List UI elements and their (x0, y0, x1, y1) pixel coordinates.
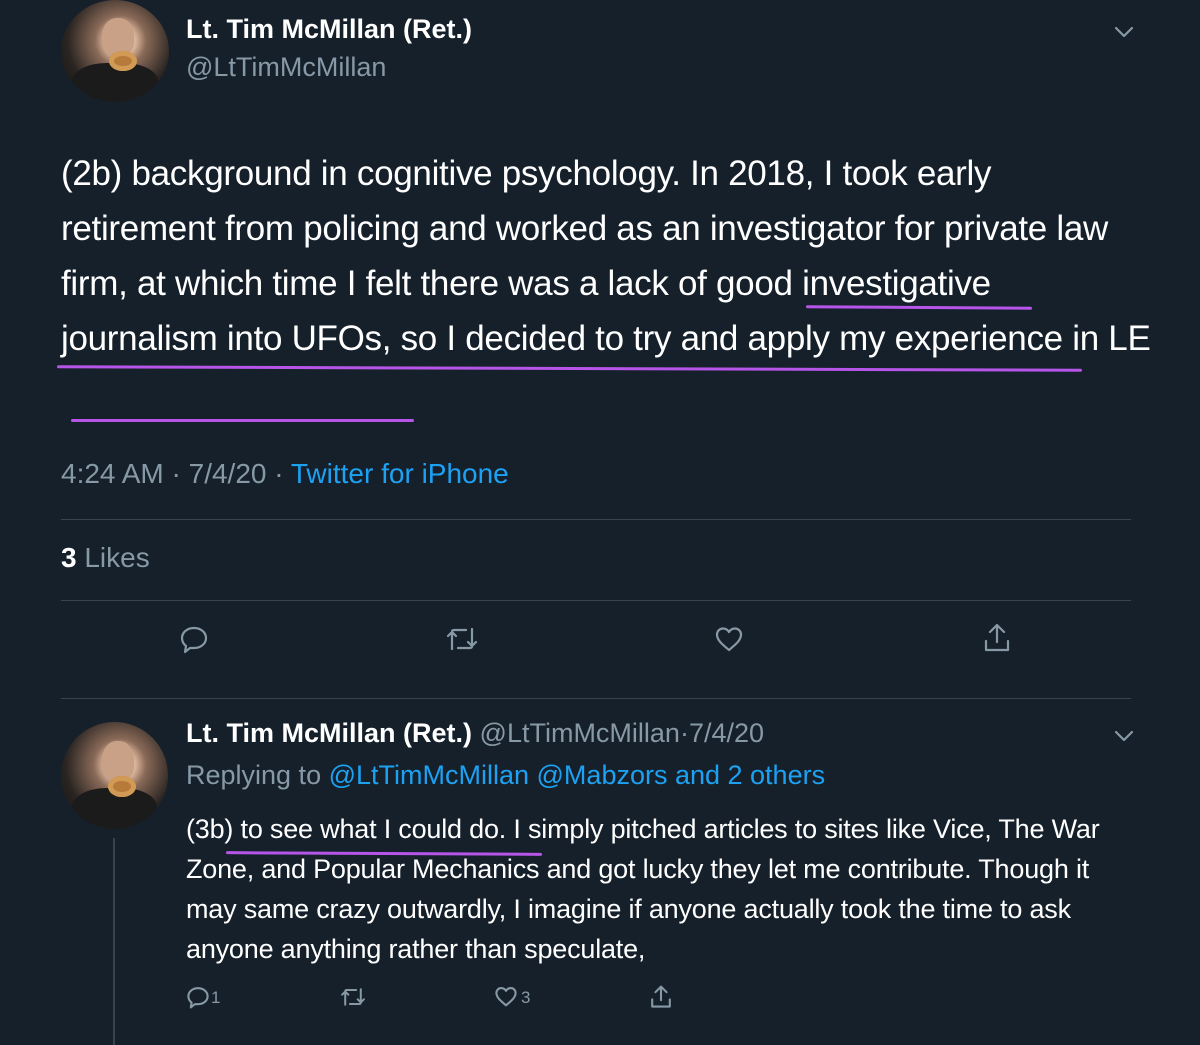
thread-line (113, 838, 115, 1045)
tweet-date[interactable]: 7/4/20 (189, 458, 267, 489)
author-handle[interactable]: @LtTimMcMillan (186, 52, 386, 83)
meta-separator: · (171, 458, 189, 489)
reply-date[interactable]: 7/4/20 (689, 718, 764, 748)
replying-to-users-link[interactable]: @LtTimMcMillan @Mabzors and 2 others (329, 760, 825, 790)
tweet-source-link[interactable]: Twitter for iPhone (291, 458, 509, 489)
replying-to: Replying to @LtTimMcMillan @Mabzors and … (186, 760, 825, 791)
author-avatar[interactable] (61, 0, 169, 102)
reply-icon[interactable] (179, 624, 209, 654)
author-name[interactable]: Lt. Tim McMillan (Ret.) (186, 14, 472, 45)
replying-to-label: Replying to (186, 760, 322, 790)
highlight-underline (71, 419, 414, 422)
tweet-time[interactable]: 4:24 AM (61, 458, 164, 489)
likes-count: 3 (61, 542, 77, 573)
divider (61, 519, 1131, 520)
tweet-text: (2b) background in cognitive psychology.… (61, 146, 1151, 366)
meta-separator: · (679, 718, 689, 748)
reply-author-avatar[interactable] (61, 722, 168, 829)
tweet-meta: 4:24 AM · 7/4/20 · Twitter for iPhone (61, 458, 509, 490)
share-icon[interactable] (982, 622, 1012, 654)
reply-icon[interactable] (186, 985, 210, 1009)
chevron-down-icon[interactable] (1113, 728, 1135, 744)
meta-separator: · (274, 458, 291, 489)
divider (61, 600, 1131, 601)
reply-count: 1 (211, 988, 221, 1007)
retweet-icon[interactable] (339, 986, 367, 1008)
reply-tweet-text: (3b) to see what I could do. I simply pi… (186, 814, 1100, 964)
highlight-underline (56, 365, 1083, 372)
reply-author-name[interactable]: Lt. Tim McMillan (Ret.) (186, 718, 472, 748)
share-icon[interactable] (649, 984, 673, 1010)
like-icon[interactable] (714, 625, 744, 653)
divider (61, 698, 1131, 699)
like-icon[interactable] (494, 985, 518, 1008)
reply-header: Lt. Tim McMillan (Ret.) @LtTimMcMillan·7… (186, 718, 764, 749)
likes-label: Likes (84, 542, 150, 573)
retweet-icon[interactable] (444, 625, 480, 653)
like-count: 3 (521, 988, 531, 1007)
chevron-down-icon[interactable] (1113, 24, 1135, 40)
reply-author-handle[interactable]: @LtTimMcMillan (480, 718, 680, 748)
likes-stat[interactable]: 3 Likes (61, 542, 150, 574)
